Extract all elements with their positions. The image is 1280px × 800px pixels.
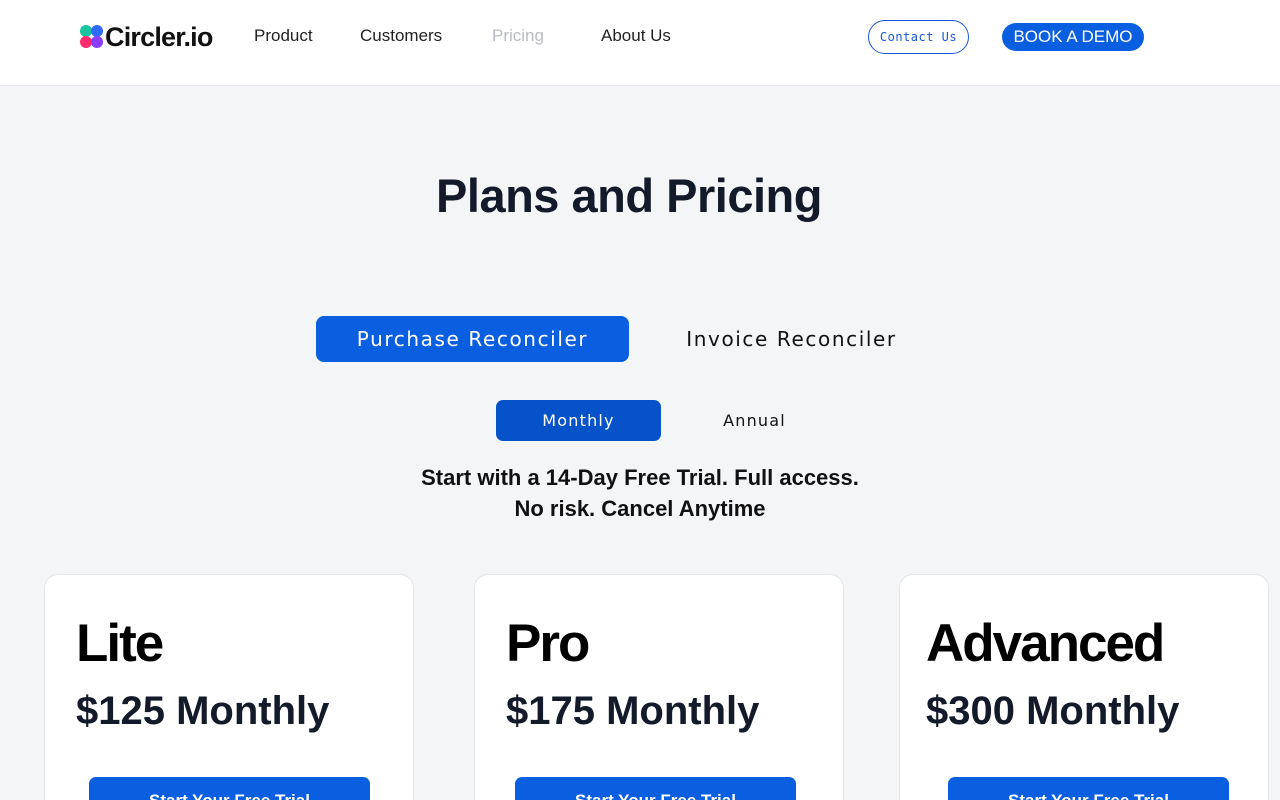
plan-name: Advanced (926, 614, 1165, 673)
start-free-trial-button[interactable]: Start Your Free Trial (948, 777, 1229, 800)
nav-link-customers[interactable]: Customers (360, 26, 442, 46)
book-demo-button[interactable]: BOOK A DEMO (1002, 23, 1144, 51)
plan-card-advanced: Advanced $300 Monthly Start Your Free Tr… (899, 574, 1269, 800)
plan-card-lite: Lite $125 Monthly Start Your Free Trial (44, 574, 414, 800)
plan-price: $125 Monthly (76, 689, 330, 733)
plan-price: $300 Monthly (926, 689, 1180, 733)
plan-name: Pro (506, 614, 590, 673)
nav-link-about-us[interactable]: About Us (601, 26, 671, 46)
page-title: Plans and Pricing (436, 169, 822, 222)
trial-message: Start with a 14-Day Free Trial. Full acc… (0, 462, 1280, 524)
billing-monthly-toggle[interactable]: Monthly (496, 400, 661, 441)
start-free-trial-button[interactable]: Start Your Free Trial (89, 777, 370, 800)
start-free-trial-button[interactable]: Start Your Free Trial (515, 777, 796, 800)
nav-link-product[interactable]: Product (254, 26, 313, 46)
logo[interactable]: Circler.io (80, 22, 213, 52)
trial-message-line-1: Start with a 14-Day Free Trial. Full acc… (421, 465, 859, 490)
plan-price: $175 Monthly (506, 689, 760, 733)
tab-purchase-reconciler[interactable]: Purchase Reconciler (316, 316, 629, 362)
logo-text: Circler.io (105, 21, 213, 52)
billing-annual-toggle[interactable]: Annual (672, 400, 837, 441)
trial-message-line-2: No risk. Cancel Anytime (514, 496, 766, 521)
plan-card-pro: Pro $175 Monthly Start Your Free Trial (474, 574, 844, 800)
tab-invoice-reconciler[interactable]: Invoice Reconciler (640, 316, 943, 362)
plan-name: Lite (76, 614, 164, 673)
logo-icon (80, 25, 104, 49)
site-header: Circler.io Product Customers Pricing Abo… (0, 0, 1280, 86)
nav-link-pricing[interactable]: Pricing (492, 26, 544, 46)
contact-us-button[interactable]: Contact Us (868, 20, 969, 54)
